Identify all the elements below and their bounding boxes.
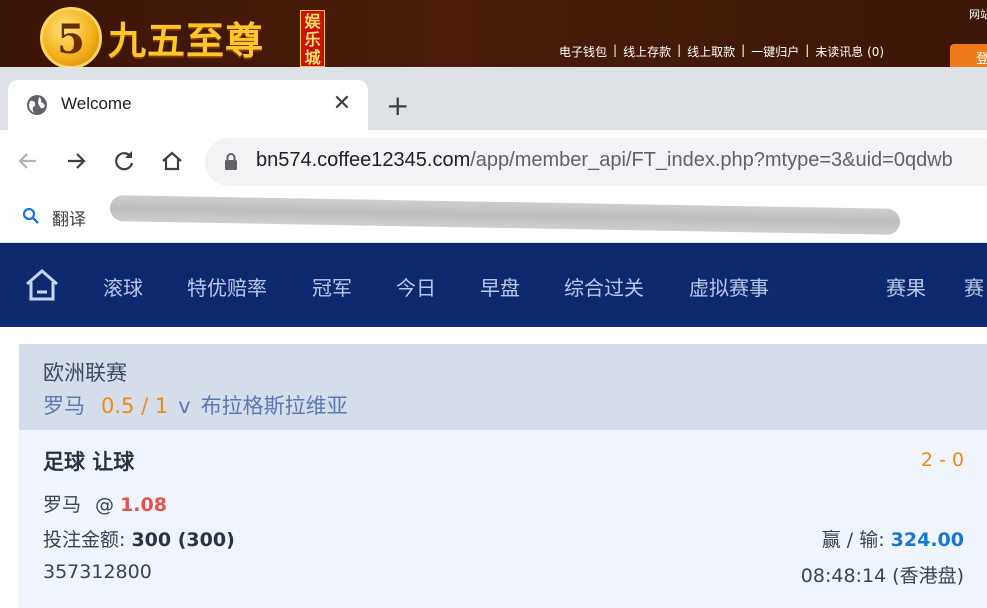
reload-icon[interactable]: [111, 148, 137, 174]
bet-card: 欧洲联赛 罗马 0.5 / 1 v 布拉格斯拉维亚 足球 让球 2 - 0 罗马 @ 1…: [19, 344, 987, 608]
odds-value: 1.08: [120, 494, 167, 516]
login-button[interactable]: 登: [950, 44, 987, 67]
bet-time: 08:48:14 (香港盘): [800, 565, 964, 587]
winloss-value: 324.00: [890, 529, 964, 551]
site-nav-bar: 滚球 特优赔率 冠军 今日 早盘 综合过关 虚拟赛事 赛果 赛: [0, 243, 987, 327]
forward-arrow-icon[interactable]: [63, 148, 89, 174]
url-path: /app/member_api/FT_index.php?mtype=3&uid…: [470, 149, 953, 171]
bookmark-translate[interactable]: 翻译: [52, 205, 86, 230]
url-text: bn574.coffee12345.com/app/member_api/FT_…: [256, 149, 953, 172]
logo-mark: 5: [57, 16, 85, 63]
ticket-id: 357312800: [43, 561, 152, 583]
browser-toolbar: bn574.coffee12345.com/app/member_api/FT_…: [0, 130, 987, 193]
stake-label: 投注金额:: [43, 529, 126, 551]
handicap: 0.5 / 1: [101, 394, 169, 418]
bet-card-header: 欧洲联赛 罗马 0.5 / 1 v 布拉格斯拉维亚: [19, 344, 987, 430]
url-host: bn574.coffee12345.com: [256, 149, 471, 171]
nav-early[interactable]: 早盘: [480, 272, 520, 301]
redacted-bookmarks: [110, 195, 900, 235]
site-logo-text: 九五至尊: [108, 18, 265, 63]
nav-results[interactable]: 赛果: [886, 272, 926, 301]
site-topright-text[interactable]: 网站: [969, 6, 987, 22]
bet-type: 足球 让球: [43, 450, 135, 474]
stake-value: 300 (300): [131, 529, 235, 551]
address-bar[interactable]: bn574.coffee12345.com/app/member_api/FT_…: [205, 138, 987, 186]
matchup: 罗马 0.5 / 1 v 布拉格斯拉维亚: [43, 390, 348, 420]
link-one-click-transfer[interactable]: 一键归户: [751, 43, 799, 60]
tab-title: Welcome: [61, 94, 132, 113]
globe-icon: [27, 95, 47, 115]
site-logo-icon[interactable]: 5: [40, 7, 102, 67]
nav-inplay[interactable]: 滚球: [103, 272, 143, 301]
nav-more[interactable]: 赛: [964, 272, 984, 301]
site-banner: 5 九五至尊 娱乐城 电子钱包 | 线上存款 | 线上取款 | 一键归户 | 未读讯息 …: [0, 0, 987, 67]
new-tab-plus-icon[interactable]: +: [386, 89, 409, 122]
back-arrow-icon[interactable]: [15, 148, 41, 174]
winloss-label: 赢 / 输:: [821, 529, 885, 551]
nav-outright[interactable]: 冠军: [312, 272, 352, 301]
lock-icon[interactable]: [223, 152, 239, 172]
link-e-wallet[interactable]: 电子钱包: [559, 43, 607, 60]
versus: v: [178, 394, 191, 418]
close-icon[interactable]: ✕: [330, 91, 354, 117]
link-deposit[interactable]: 线上存款: [623, 43, 671, 60]
pick-team: 罗马: [43, 494, 82, 516]
browser-tab[interactable]: Welcome ✕: [8, 80, 368, 130]
at-sign: @: [95, 494, 115, 516]
win-loss: 赢 / 输: 324.00: [822, 525, 964, 552]
score: 2 - 0: [920, 449, 964, 471]
home-icon[interactable]: [159, 148, 185, 174]
stake: 投注金额: 300 (300): [43, 525, 235, 552]
translate-search-icon: [22, 207, 39, 224]
account-links: 电子钱包 | 线上存款 | 线上取款 | 一键归户 | 未读讯息 (0): [559, 43, 884, 60]
home-team: 罗马: [43, 394, 85, 418]
nav-parlay[interactable]: 综合过关: [564, 272, 644, 301]
link-separator: |: [677, 43, 682, 57]
link-separator: |: [741, 43, 746, 57]
link-separator: |: [613, 43, 618, 57]
league-name: 欧洲联赛: [43, 361, 127, 385]
nav-special-odds[interactable]: 特优赔率: [187, 272, 267, 301]
bookmarks-bar: 翻译: [0, 193, 987, 243]
browser-tabstrip: Welcome ✕ +: [0, 67, 987, 130]
away-team: 布拉格斯拉维亚: [200, 394, 348, 418]
bet-history-content: 欧洲联赛 罗马 0.5 / 1 v 布拉格斯拉维亚 足球 让球 2 - 0 罗马 @ 1…: [0, 327, 987, 608]
site-logo-tag: 娱乐城: [300, 10, 325, 67]
nav-today[interactable]: 今日: [396, 272, 436, 301]
link-unread-messages[interactable]: 未读讯息 (0): [815, 43, 884, 60]
link-withdraw[interactable]: 线上取款: [687, 43, 735, 60]
nav-virtual[interactable]: 虚拟赛事: [689, 272, 769, 301]
home-icon[interactable]: [24, 268, 60, 302]
link-separator: |: [805, 43, 810, 57]
bet-pick: 罗马 @ 1.08: [43, 490, 167, 517]
